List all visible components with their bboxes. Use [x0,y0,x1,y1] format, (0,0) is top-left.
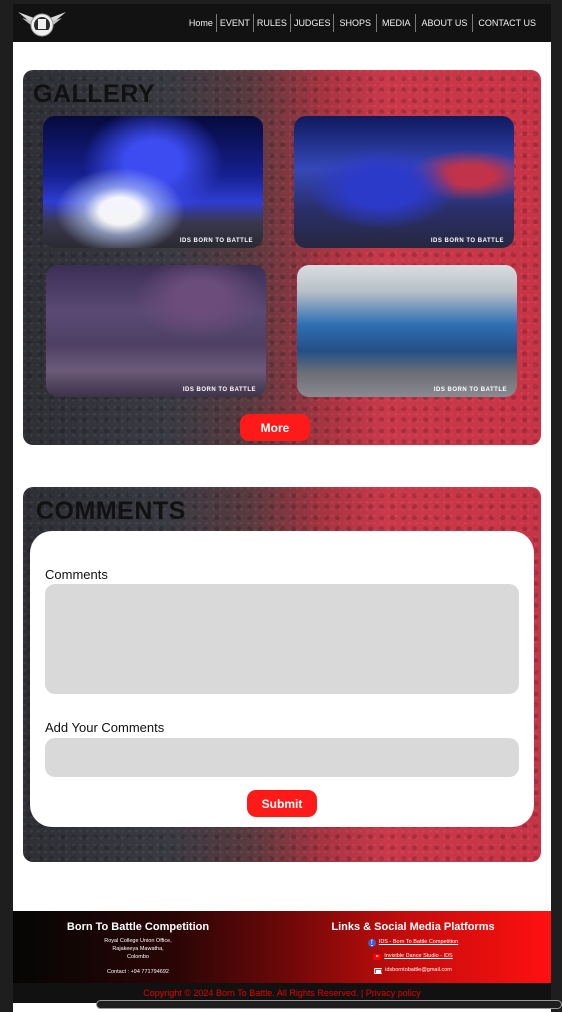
copyright-text: Copyright © 2024 Born To Battle. All Rig… [143,988,359,998]
photo-watermark: IDS BORN TO BATTLE [433,387,507,393]
horizontal-scrollbar[interactable] [96,1000,562,1009]
photo-watermark: IDS BORN TO BATTLE [179,238,253,244]
footer-links-block: Links & Social Media Platforms f IDS - B… [308,921,518,976]
youtube-link[interactable]: Invisible Dance Studio - IDS [308,951,518,962]
comments-display-box[interactable] [45,584,519,694]
nav-contact-us[interactable]: CONTACT US [472,14,541,32]
comments-label: Comments [45,567,108,582]
address-line: Colombo [126,954,149,960]
nav-event[interactable]: EVENT [215,14,253,32]
main-nav: Home EVENT RULES JUDGES SHOPS MEDIA ABOU… [186,14,541,32]
gallery-photo-stage[interactable]: IDS BORN TO BATTLE [43,116,263,248]
gallery-photo-audience[interactable]: IDS BORN TO BATTLE [297,265,517,397]
submit-button[interactable]: Submit [247,790,317,817]
email-link-text[interactable]: idsborntobattle@gmail.com [385,965,452,976]
photo-watermark: IDS BORN TO BATTLE [182,387,256,393]
nav-shops[interactable]: SHOPS [333,14,376,32]
email-link[interactable]: idsborntobattle@gmail.com [308,965,518,976]
privacy-policy-link[interactable]: Privacy policy [366,988,421,998]
facebook-link-text[interactable]: IDS - Born To Battle Competition [379,937,458,948]
nav-rules[interactable]: RULES [252,14,290,32]
gallery-photo-dancers[interactable]: IDS BORN TO BATTLE [294,116,514,248]
gmail-icon [374,967,383,974]
comments-title: COMMENTS [36,497,186,525]
add-comment-input[interactable] [45,738,519,777]
facebook-link[interactable]: f IDS - Born To Battle Competition [308,937,518,948]
comments-section: COMMENTS Comments Add Your Comments Subm… [23,487,541,862]
photo-watermark: IDS BORN TO BATTLE [430,238,504,244]
gallery-photo-battle[interactable]: IDS BORN TO BATTLE [46,265,266,397]
add-comment-label: Add Your Comments [45,720,165,735]
youtube-icon [373,953,382,960]
nav-home[interactable]: Home [186,14,216,32]
page: Home EVENT RULES JUDGES SHOPS MEDIA ABOU… [13,0,551,1012]
footer-right-title: Links & Social Media Platforms [331,921,495,933]
footer-contact-block: Born To Battle Competition Royal College… [23,921,253,975]
navbar: Home EVENT RULES JUDGES SHOPS MEDIA ABOU… [13,4,551,42]
address-line: Royal College Union Office, [104,938,172,944]
gallery-title: GALLERY [33,80,156,108]
footer-left-title: Born To Battle Competition [66,921,210,933]
more-button[interactable]: More [240,414,310,441]
comment-form: Comments Add Your Comments Submit [30,531,534,827]
youtube-link-text[interactable]: Invisible Dance Studio - IDS [384,951,452,962]
footer: Born To Battle Competition Royal College… [13,911,551,983]
nav-about-us[interactable]: ABOUT US [415,14,472,32]
facebook-icon: f [367,938,376,947]
nav-judges[interactable]: JUDGES [289,14,334,32]
logo[interactable] [16,6,68,40]
address-line: Rajakeeya Mawatha, [112,946,164,952]
nav-media[interactable]: MEDIA [375,14,416,32]
gallery-section: GALLERY IDS BORN TO BATTLE IDS BORN TO B… [23,70,541,445]
footer-address: Royal College Union Office, Rajakeeya Ma… [23,937,253,961]
copyright-separator: | [360,988,364,998]
footer-contact: Contact : +94 771794692 [107,969,169,975]
